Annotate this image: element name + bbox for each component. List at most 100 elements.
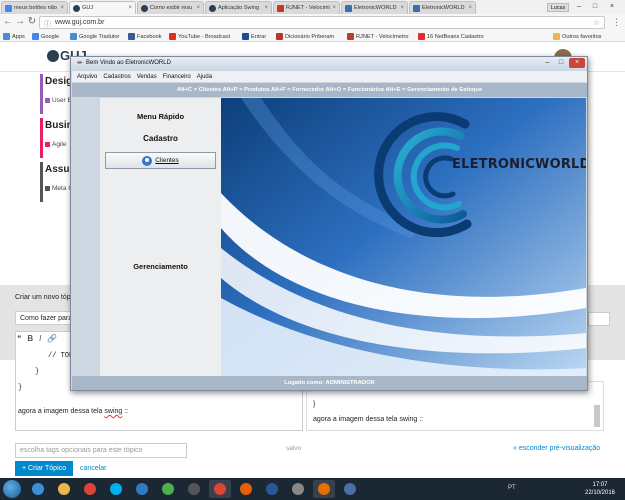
bookmark-youtube[interactable]: YouTube - Broadcast [169,32,230,41]
browser-tab-strip: meus botões não × GUJ × Como exibir resu… [0,0,625,14]
quote-icon[interactable]: ❝ [17,334,21,343]
tab-rjnet[interactable]: RJNET - Velocimi × [273,1,340,14]
create-topic-button[interactable]: + Criar Tópico [15,461,73,476]
clientes-label: Clientes [155,157,179,164]
folder-icon [58,483,70,495]
media-icon [188,483,200,495]
taskbar-app-firefox-icon[interactable] [235,480,257,498]
bookmark-apps[interactable]: Apps [3,32,25,41]
taskbar-app-folder-icon[interactable] [53,480,75,498]
tags-input[interactable]: escolha tags opcionais para este tópico [15,443,187,458]
taskbar-app-word-icon[interactable] [261,480,283,498]
category-sub: Agile [52,141,67,148]
minimize-icon[interactable]: – [541,58,554,68]
close-icon[interactable]: × [264,5,268,11]
tab-meus-botoes[interactable]: meus botões não × [1,1,68,14]
forward-icon[interactable]: → [14,16,26,28]
preview-scrollbar[interactable] [594,405,600,427]
bold-button[interactable]: B [27,334,33,343]
page-info-icon[interactable]: ⓘ [44,19,51,29]
bookmark-other[interactable]: Outros favoritos [553,32,601,41]
taskbar-app-skype-icon[interactable] [105,480,127,498]
taskbar-app-chrome-icon[interactable] [209,480,231,498]
bookmark-google-tradutor[interactable]: Google Tradutor [70,32,119,41]
rjnet-icon [277,4,284,12]
close-icon[interactable]: × [60,5,64,11]
preview-code: } [313,401,316,408]
bookmark-facebook[interactable]: Facebook [128,32,162,41]
tab-eletronicworld-2[interactable]: EletronicWORLD × [409,1,476,14]
bookmark-label: Entrar [251,33,267,40]
taskbar-app-media-icon[interactable] [183,480,205,498]
chrome-menu-icon[interactable]: ⋮ [612,17,621,28]
guj-logo-icon[interactable] [47,50,59,62]
menu-financeiro[interactable]: Financeiro [163,74,191,80]
bookmark-rjnet[interactable]: RJNET - Velocímetro [347,32,408,41]
taskbar-app-app-icon[interactable] [339,480,361,498]
brand-name: ELETRONICWORLD [452,157,586,172]
google-icon [5,4,12,12]
hide-preview-link[interactable]: « esconder pré-visualização [513,445,600,452]
editor-text: :: [122,408,129,415]
category-select[interactable] [588,312,610,326]
close-icon[interactable]: × [605,2,619,12]
italic-button[interactable]: I [39,334,41,343]
close-icon[interactable]: × [332,5,336,11]
apps-grid-icon [3,33,10,40]
close-icon[interactable]: × [400,5,404,11]
bookmark-google[interactable]: Google [32,32,59,41]
saved-status: salvo [286,445,302,452]
taskbar-app-ie-icon[interactable] [27,480,49,498]
close-icon[interactable]: × [196,5,200,11]
taskbar-app-app-icon[interactable] [287,480,309,498]
window-titlebar[interactable]: ☕ Bem Vindo ao EletronicWORLD – □ × [71,57,587,70]
bookmark-entrar[interactable]: Entrar [242,32,266,41]
tab-aplicacao-swing[interactable]: Aplicação Swing × [205,1,272,14]
taskbar-app-netbeans-icon[interactable] [131,480,153,498]
clientes-button[interactable]: Clientes [105,152,216,169]
window-title: Bem Vindo ao EletronicWORLD [86,60,171,66]
shortcuts-bar: Alt+C = Clientes Alt+P = Produtos Alt+F … [72,83,587,97]
bookmark-priberam[interactable]: Dicionário Priberam [276,32,334,41]
back-icon[interactable]: ← [2,16,14,28]
dictionary-icon [276,33,283,40]
profile-button[interactable]: Lucas [547,3,569,12]
close-icon[interactable]: × [128,5,132,11]
topic-title-input[interactable]: Como fazer para ti [15,311,75,325]
tab-guj[interactable]: GUJ × [69,1,136,14]
tray-language[interactable]: PT [508,485,516,491]
maximize-icon[interactable]: □ [555,58,567,68]
system-clock[interactable]: 17:07 22/10/2016 [580,481,620,497]
bookmark-netbeans[interactable]: 16 NetBeans Cadastro [418,32,484,41]
close-icon[interactable]: × [569,58,585,68]
start-button[interactable] [3,480,21,498]
tab-label: Aplicação Swing [218,5,260,11]
cancel-link[interactable]: cancelar [80,465,106,472]
menu-cadastros[interactable]: Cadastros [103,74,130,80]
tab-eletronicworld-1[interactable]: EletronicWORLD × [341,1,408,14]
taskbar-app-chrome-icon[interactable] [79,480,101,498]
link-icon[interactable]: 🔗 [47,334,57,343]
quick-menu-panel: Menu Rápido Cadastro Clientes Gerenciame… [100,98,221,376]
reload-icon[interactable]: ↻ [26,16,38,28]
page-icon [413,4,420,12]
code-line: } [35,368,40,376]
chrome-icon [214,483,226,495]
menu-ajuda[interactable]: Ajuda [197,74,212,80]
close-icon[interactable]: × [468,5,472,11]
ie-icon [32,483,44,495]
address-bar[interactable]: ⓘ www.guj.com.br ☆ [39,16,605,29]
taskbar-app-java-icon[interactable] [313,480,335,498]
menu-vendas[interactable]: Vendas [137,74,157,80]
clock-time: 17:07 [592,482,608,488]
menu-arquivo[interactable]: Arquivo [77,74,97,80]
bookmark-star-icon[interactable]: ☆ [593,18,600,27]
maximize-icon[interactable]: □ [588,2,602,12]
tab-como-exibir[interactable]: Como exibir resu × [137,1,204,14]
login-icon [242,33,249,40]
bookmarks-bar: Apps Google Google Tradutor Facebook You… [0,31,625,42]
taskbar-app-paint-icon[interactable] [157,480,179,498]
minimize-icon[interactable]: – [572,2,586,12]
eletronicworld-window: ☕ Bem Vindo ao EletronicWORLD – □ × Arqu… [70,56,588,391]
misspelled-word[interactable]: swing [104,408,122,415]
